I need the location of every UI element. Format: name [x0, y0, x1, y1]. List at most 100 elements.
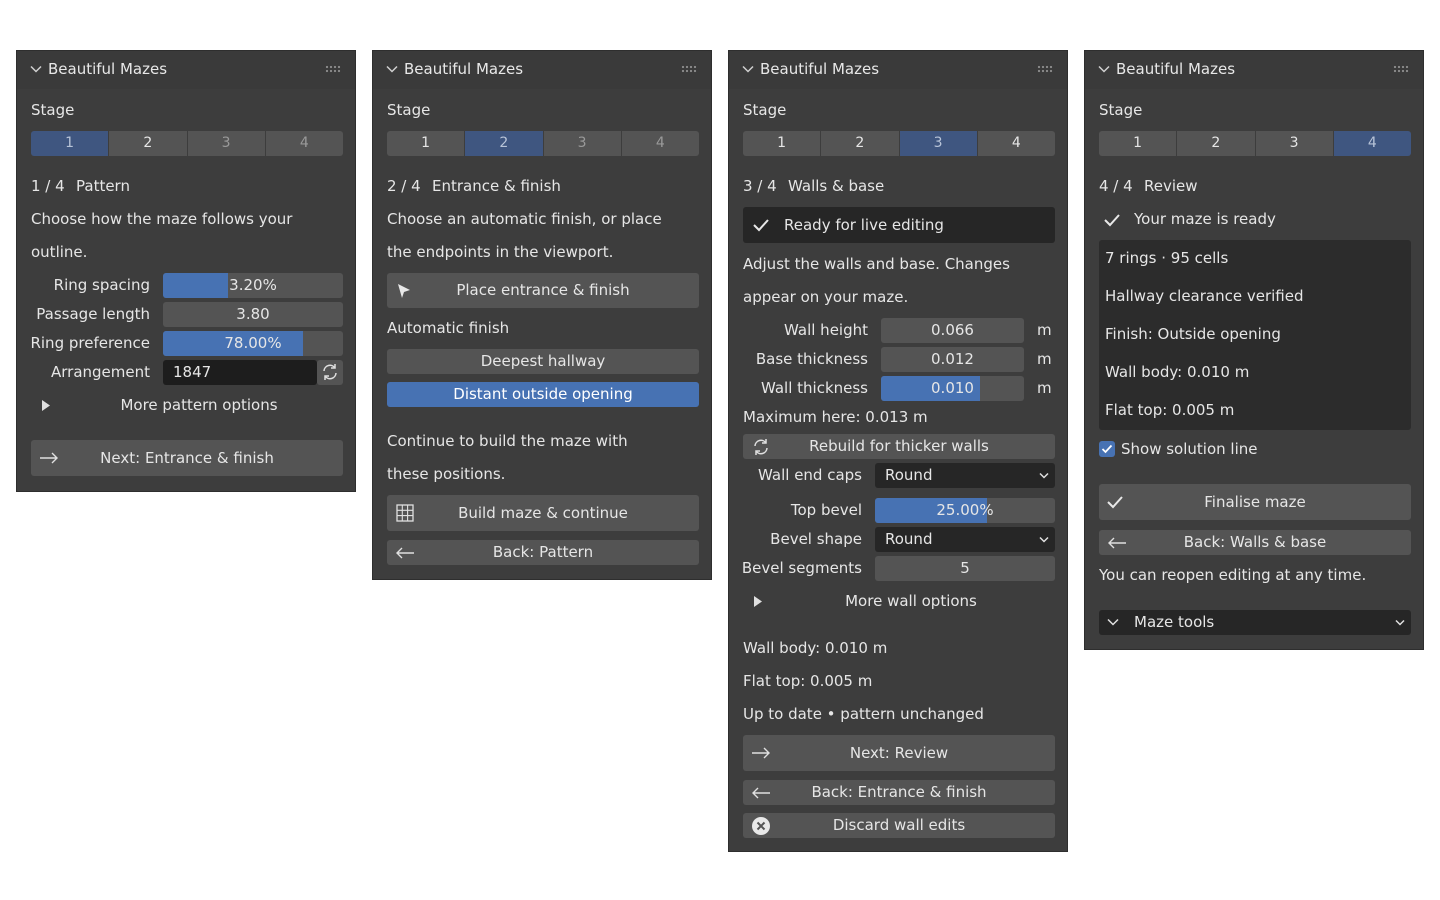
- wall-thickness-unit: m: [1037, 379, 1052, 397]
- step-name: Pattern: [76, 177, 130, 195]
- panel-header[interactable]: Beautiful Mazes: [17, 51, 355, 89]
- show-solution-checkbox-row[interactable]: Show solution line: [1099, 440, 1299, 460]
- bevel-shape-select[interactable]: Round: [875, 527, 1055, 552]
- reopen-note: You can reopen editing at any time.: [1099, 566, 1367, 584]
- top-bevel-value: 25.00%: [936, 501, 994, 519]
- deepest-hallway-option[interactable]: Deepest hallway: [387, 349, 699, 374]
- base-thickness-unit: m: [1037, 350, 1052, 368]
- distant-outside-opening-option[interactable]: Distant outside opening: [387, 382, 699, 407]
- stage-tab-1[interactable]: 1: [31, 131, 110, 156]
- summary-item: Finish: Outside opening: [1105, 325, 1281, 343]
- ring-spacing-slider[interactable]: 3.20%: [163, 273, 343, 298]
- ring-spacing-label: Ring spacing: [53, 276, 150, 294]
- bevel-shape-value: Round: [885, 530, 933, 548]
- rebuild-thicker-walls-label: Rebuild for thicker walls: [809, 437, 989, 455]
- passage-length-label: Passage length: [36, 305, 150, 323]
- chevron-down-icon[interactable]: [30, 63, 42, 75]
- stage-tab-4[interactable]: 4: [265, 131, 343, 156]
- stage-tab-3[interactable]: 3: [187, 131, 266, 156]
- maze-tools-dropdown[interactable]: Maze tools: [1099, 610, 1411, 635]
- stage-tab-4[interactable]: 4: [621, 131, 699, 156]
- build-maze-continue-button[interactable]: Build maze & continue: [387, 495, 699, 531]
- maze-panel-pattern: Beautiful Mazes Stage 1 2 3 4 1 / 4 Patt…: [16, 50, 356, 492]
- bevel-segments-field[interactable]: 5: [875, 556, 1055, 581]
- base-thickness-label: Base thickness: [755, 350, 868, 368]
- continue-text-line-1: Continue to build the maze with: [387, 432, 628, 450]
- drag-grip-icon[interactable]: [1037, 65, 1053, 73]
- step-counter: 1 / 4: [31, 177, 65, 195]
- base-thickness-field[interactable]: 0.012: [881, 347, 1024, 372]
- stage-tab-1[interactable]: 1: [743, 131, 822, 156]
- arrangement-label: Arrangement: [50, 363, 150, 381]
- more-pattern-options-toggle[interactable]: More pattern options: [31, 393, 343, 418]
- discard-wall-edits-button[interactable]: Discard wall edits: [743, 813, 1055, 838]
- panel-header[interactable]: Beautiful Mazes: [373, 51, 711, 89]
- panel-title: Beautiful Mazes: [1116, 60, 1236, 78]
- wall-height-unit: m: [1037, 321, 1052, 339]
- bevel-segments-value: 5: [960, 559, 970, 577]
- description-line-2: the endpoints in the viewport.: [387, 243, 614, 261]
- checkbox-checked-icon[interactable]: [1099, 441, 1115, 457]
- stage-tabs: 1 2 3 4: [1099, 131, 1411, 156]
- stage-tab-2[interactable]: 2: [1177, 131, 1256, 156]
- panel-header[interactable]: Beautiful Mazes: [1085, 51, 1423, 89]
- stage-tab-2[interactable]: 2: [821, 131, 900, 156]
- summary-box: 7 rings · 95 cells Hallway clearance ver…: [1099, 240, 1411, 430]
- stage-tab-3[interactable]: 3: [1255, 131, 1334, 156]
- description-line-2: outline.: [31, 243, 88, 261]
- arrangement-seed-input[interactable]: 1847: [163, 360, 317, 385]
- continue-text-line-2: these positions.: [387, 465, 506, 483]
- wall-thickness-slider[interactable]: 0.010: [881, 376, 1024, 401]
- maze-ready-label: Your maze is ready: [1134, 210, 1276, 228]
- deepest-hallway-label: Deepest hallway: [480, 352, 606, 370]
- arrangement-seed-value: 1847: [173, 363, 212, 381]
- stage-tab-2[interactable]: 2: [465, 131, 544, 156]
- place-entrance-finish-button[interactable]: Place entrance & finish: [387, 273, 699, 308]
- back-pattern-label: Back: Pattern: [492, 543, 594, 561]
- stage-tab-4[interactable]: 4: [977, 131, 1055, 156]
- drag-grip-icon[interactable]: [1393, 65, 1409, 73]
- drag-grip-icon[interactable]: [325, 65, 341, 73]
- back-walls-base-button[interactable]: Back: Walls & base: [1099, 530, 1411, 555]
- chevron-down-icon[interactable]: [386, 63, 398, 75]
- passage-length-field[interactable]: 3.80: [163, 302, 343, 327]
- description-line-1: Choose how the maze follows your: [31, 210, 293, 228]
- next-review-button[interactable]: Next: Review: [743, 735, 1055, 771]
- dropdown-arrow-icon: [1039, 536, 1049, 543]
- description-line-2: appear on your maze.: [743, 288, 909, 306]
- more-wall-options-toggle[interactable]: More wall options: [743, 589, 1055, 614]
- rebuild-thicker-walls-button[interactable]: Rebuild for thicker walls: [743, 434, 1055, 459]
- wall-body-info: Wall body: 0.010 m: [743, 639, 888, 657]
- stage-tab-1[interactable]: 1: [387, 131, 466, 156]
- back-pattern-button[interactable]: Back: Pattern: [387, 540, 699, 565]
- stage-tabs: 1 2 3 4: [31, 131, 343, 156]
- chevron-down-icon[interactable]: [1098, 63, 1110, 75]
- back-entrance-finish-button[interactable]: Back: Entrance & finish: [743, 780, 1055, 805]
- stage-label: Stage: [31, 101, 75, 119]
- chevron-down-icon[interactable]: [742, 63, 754, 75]
- panel-header[interactable]: Beautiful Mazes: [729, 51, 1067, 89]
- step-name: Review: [1144, 177, 1198, 195]
- wall-height-field[interactable]: 0.066: [881, 318, 1024, 343]
- wall-thickness-value: 0.010: [931, 379, 974, 397]
- panel-title: Beautiful Mazes: [760, 60, 880, 78]
- panel-title: Beautiful Mazes: [48, 60, 168, 78]
- step-name: Walls & base: [788, 177, 885, 195]
- stage-tab-2[interactable]: 2: [109, 131, 188, 156]
- show-solution-label: Show solution line: [1121, 440, 1258, 458]
- wall-end-caps-select[interactable]: Round: [875, 463, 1055, 488]
- wall-thickness-label: Wall thickness: [760, 379, 868, 397]
- maze-panel-entrance: Beautiful Mazes Stage 1 2 3 4 2 / 4 Entr…: [372, 50, 712, 580]
- flat-top-info: Flat top: 0.005 m: [743, 672, 873, 690]
- stage-tab-1[interactable]: 1: [1099, 131, 1178, 156]
- finalise-maze-button[interactable]: Finalise maze: [1099, 484, 1411, 520]
- randomize-seed-button[interactable]: [317, 360, 343, 385]
- next-entrance-finish-button[interactable]: Next: Entrance & finish: [31, 440, 343, 476]
- top-bevel-slider[interactable]: 25.00%: [875, 498, 1055, 523]
- stage-tab-4[interactable]: 4: [1333, 131, 1411, 156]
- ready-status-box: Ready for live editing: [743, 207, 1055, 243]
- stage-tab-3[interactable]: 3: [899, 131, 978, 156]
- ring-preference-slider[interactable]: 78.00%: [163, 331, 343, 356]
- stage-tab-3[interactable]: 3: [543, 131, 622, 156]
- drag-grip-icon[interactable]: [681, 65, 697, 73]
